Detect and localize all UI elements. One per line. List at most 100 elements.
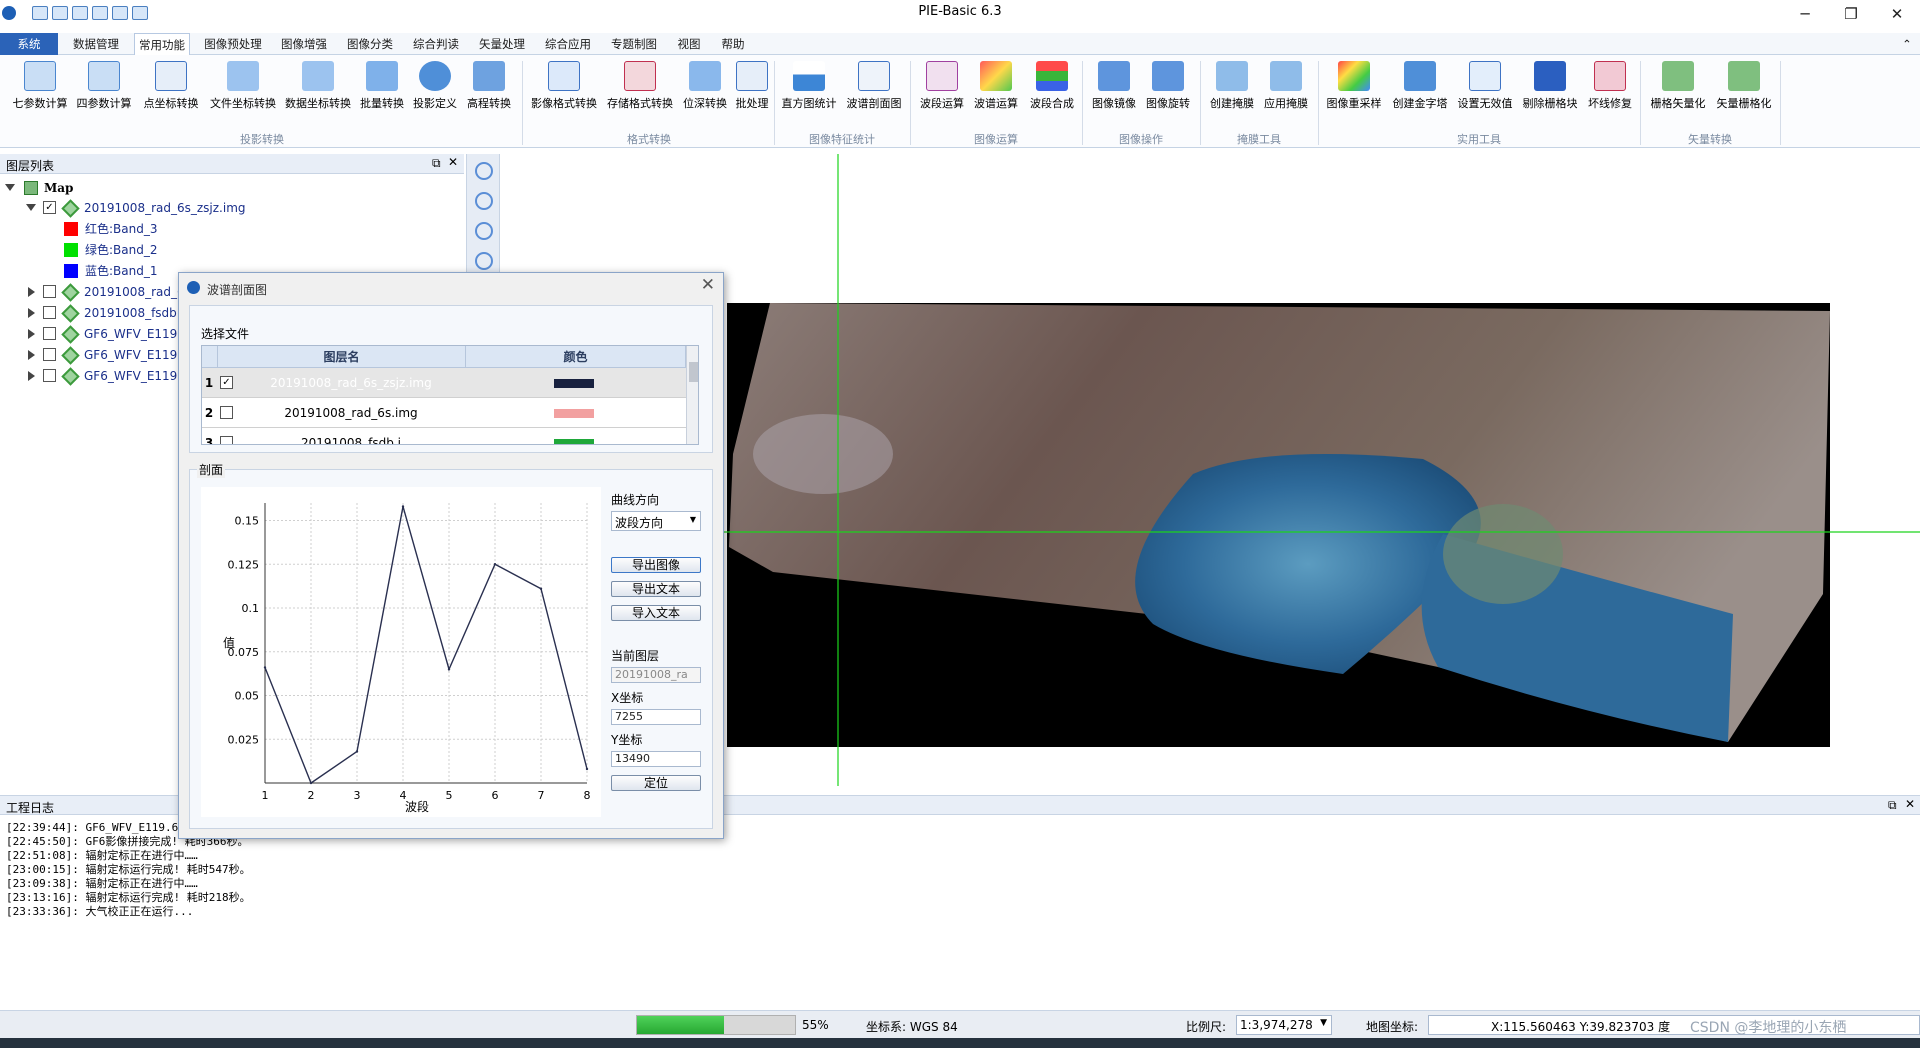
four-param-calc-button[interactable]: 四参数计算 — [74, 61, 134, 117]
band-composite-button[interactable]: 波段合成 — [1026, 61, 1078, 117]
row-layer-name: 20191008_fsdb.i — [301, 436, 401, 445]
band-math-button[interactable]: 波段运算 — [916, 61, 968, 117]
layer-checkbox[interactable] — [43, 327, 56, 340]
log-line: [23:00:15]: 辐射定标运行完成! 耗时547秒。 — [6, 863, 251, 876]
remove-raster-block-button[interactable]: 剔除栅格块 — [1520, 61, 1580, 117]
export-text-button[interactable]: 导出文本 — [611, 581, 701, 597]
row-checkbox[interactable]: ✓ — [220, 376, 233, 389]
menu-mapping[interactable]: 专题制图 — [606, 33, 662, 55]
expand-icon[interactable] — [28, 308, 35, 318]
restore-button[interactable]: ❐ — [1828, 0, 1874, 28]
band-item: 红色:Band_3 — [0, 219, 300, 239]
expand-icon[interactable] — [28, 350, 35, 360]
menu-system[interactable]: 系统 — [0, 33, 58, 55]
pin-icon[interactable]: ⧉ — [432, 156, 441, 171]
layer-checkbox[interactable] — [43, 285, 56, 298]
row-checkbox[interactable] — [220, 436, 233, 444]
row-color-swatch[interactable] — [554, 439, 594, 444]
x-coord-label: X坐标 — [611, 691, 644, 705]
column-header-blank — [202, 346, 218, 368]
file-coord-convert-button[interactable]: 文件坐标转换 — [208, 61, 278, 117]
menu-common-functions[interactable]: 常用功能 — [134, 33, 190, 55]
y-coord-input[interactable]: 13490 — [611, 751, 701, 767]
storage-format-convert-button[interactable]: 存储格式转换 — [604, 61, 676, 117]
curve-direction-select[interactable]: 波段方向 ▼ — [611, 511, 701, 531]
row-color-swatch[interactable] — [554, 379, 594, 388]
scroll-thumb[interactable] — [689, 362, 698, 382]
dialog-close-icon[interactable]: ✕ — [701, 275, 715, 295]
table-row[interactable]: 3 20191008_fsdb.i — [202, 428, 686, 445]
projection-define-button[interactable]: 投影定义 — [410, 61, 460, 117]
table-scrollbar[interactable] — [686, 346, 698, 444]
apply-mask-button[interactable]: 应用掩膜 — [1260, 61, 1312, 117]
zoom-out-icon[interactable] — [475, 252, 493, 270]
zoom-out-box-icon[interactable] — [475, 192, 493, 210]
vector-to-raster-button[interactable]: 矢量栅格化 — [1712, 61, 1776, 117]
y-coord-label: Y坐标 — [611, 733, 643, 747]
data-coord-convert-button[interactable]: 数据坐标转换 — [283, 61, 353, 117]
x-coord-input[interactable]: 7255 — [611, 709, 701, 725]
collapse-icon[interactable] — [5, 184, 15, 191]
bad-line-repair-button[interactable]: 坏线修复 — [1584, 61, 1636, 117]
image-format-convert-button[interactable]: 影像格式转换 — [528, 61, 600, 117]
elevation-convert-button[interactable]: 高程转换 — [464, 61, 514, 117]
batch-process-button[interactable]: 批处理 — [732, 61, 772, 117]
menu-view[interactable]: 视图 — [672, 33, 706, 55]
minimize-button[interactable]: ─ — [1782, 0, 1828, 28]
row-color-swatch[interactable] — [554, 409, 594, 418]
expand-icon[interactable] — [28, 371, 35, 381]
zoom-in-icon[interactable] — [475, 222, 493, 240]
point-coord-convert-button[interactable]: 点坐标转换 — [140, 61, 202, 117]
menu-applications[interactable]: 综合应用 — [540, 33, 596, 55]
create-mask-button[interactable]: 创建掩膜 — [1206, 61, 1258, 117]
menu-data-management[interactable]: 数据管理 — [66, 33, 126, 55]
zoom-in-box-icon[interactable] — [475, 162, 493, 180]
layer-checkbox[interactable] — [43, 348, 56, 361]
spectral-profile-button[interactable]: 波谱剖面图 — [844, 61, 904, 117]
group-label-mask: 掩膜工具 — [1237, 133, 1281, 146]
menu-vector[interactable]: 矢量处理 — [474, 33, 530, 55]
seven-param-calc-button[interactable]: 七参数计算 — [10, 61, 70, 117]
scale-select[interactable]: 1:3,974,278 ▼ — [1236, 1015, 1332, 1035]
point-coord-icon — [155, 61, 187, 91]
menu-enhancement[interactable]: 图像增强 — [276, 33, 332, 55]
layer-checkbox[interactable] — [43, 306, 56, 319]
expand-icon[interactable] — [28, 287, 35, 297]
bit-depth-convert-button[interactable]: 位深转换 — [680, 61, 730, 117]
image-rotate-button[interactable]: 图像旋转 — [1142, 61, 1194, 117]
expand-icon[interactable] — [28, 329, 35, 339]
current-layer-select[interactable]: 20191008_ra — [611, 667, 701, 683]
histogram-stats-button[interactable]: 直方图统计 — [780, 61, 838, 117]
menu-help[interactable]: 帮助 — [716, 33, 750, 55]
row-checkbox[interactable] — [220, 406, 233, 419]
menu-classification[interactable]: 图像分类 — [342, 33, 398, 55]
ribbon-collapse-icon[interactable]: ⌃ — [1898, 33, 1916, 55]
spectral-profile-dialog: 波谱剖面图 ✕ 选择文件 图层名 颜色 1 ✓ 20191008_rad_6s_… — [178, 272, 724, 839]
spectral-math-button[interactable]: 波谱运算 — [970, 61, 1022, 117]
data-point — [263, 666, 267, 669]
raster-to-vector-button[interactable]: 栅格矢量化 — [1646, 61, 1710, 117]
close-button[interactable]: ✕ — [1874, 0, 1920, 28]
export-image-button[interactable]: 导出图像 — [611, 557, 701, 573]
locate-button[interactable]: 定位 — [611, 775, 701, 791]
set-nodata-button[interactable]: 设置无效值 — [1456, 61, 1514, 117]
layer-checkbox[interactable] — [43, 369, 56, 382]
file-table: 图层名 颜色 1 ✓ 20191008_rad_6s_zsjz.img 2 20… — [201, 345, 699, 445]
panel-close-icon[interactable]: ✕ — [448, 155, 458, 169]
image-mirror-button[interactable]: 图像镜像 — [1088, 61, 1140, 117]
menu-preprocessing[interactable]: 图像预处理 — [200, 33, 266, 55]
table-row[interactable]: 1 ✓ 20191008_rad_6s_zsjz.img — [202, 368, 686, 398]
log-close-icon[interactable]: ✕ — [1905, 797, 1915, 811]
curve-direction-label: 曲线方向 — [611, 493, 660, 507]
batch-convert-button[interactable]: 批量转换 — [358, 61, 406, 117]
pin-icon[interactable]: ⧉ — [1888, 798, 1897, 813]
layer-item[interactable]: ✓ 20191008_rad_6s_zsjz.img — [0, 198, 300, 218]
menu-interpretation[interactable]: 综合判读 — [408, 33, 464, 55]
collapse-icon[interactable] — [26, 204, 36, 211]
build-pyramid-button[interactable]: 创建金字塔 — [1390, 61, 1450, 117]
layer-checkbox[interactable]: ✓ — [43, 201, 56, 214]
map-root[interactable]: Map — [0, 178, 200, 198]
import-text-button[interactable]: 导入文本 — [611, 605, 701, 621]
resample-button[interactable]: 图像重采样 — [1324, 61, 1384, 117]
table-row[interactable]: 2 20191008_rad_6s.img — [202, 398, 686, 428]
